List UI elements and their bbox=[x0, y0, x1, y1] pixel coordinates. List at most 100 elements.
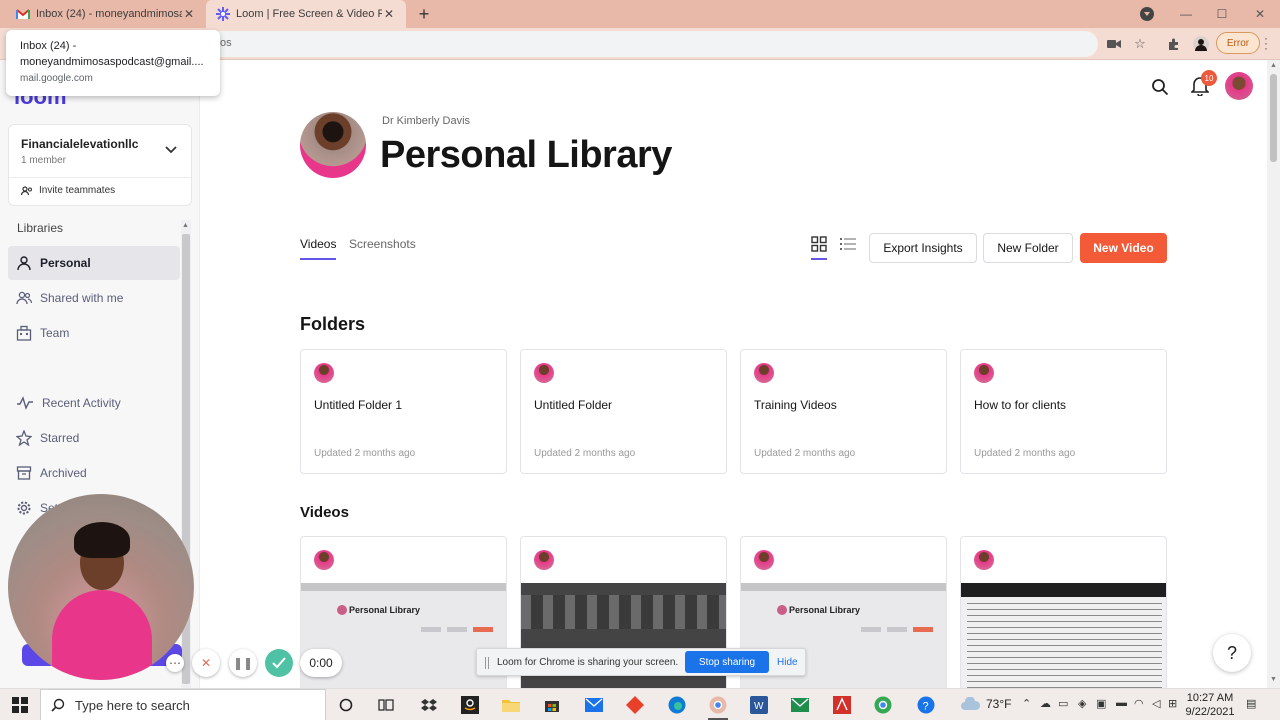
shortcut-app-icon[interactable] bbox=[623, 693, 647, 717]
workspace-switcher[interactable]: Financialelevationllc 1 member Invite te… bbox=[8, 124, 192, 206]
store-icon[interactable] bbox=[540, 693, 564, 717]
maximize-icon[interactable]: ☐ bbox=[1212, 4, 1232, 24]
wifi-icon[interactable]: ◠ bbox=[1134, 697, 1144, 710]
video-thumbnail[interactable]: Personal Library bbox=[301, 583, 506, 693]
language-icon[interactable]: ⊞ bbox=[1168, 697, 1177, 710]
sidebar-item-starred[interactable]: Starred bbox=[8, 421, 180, 455]
video-card[interactable] bbox=[960, 536, 1167, 696]
taskbar-search[interactable]: Type here to search bbox=[40, 689, 326, 720]
address-bar[interactable]: os bbox=[208, 31, 1098, 57]
sidebar-item-label: Recent Activity bbox=[42, 396, 121, 410]
edge-icon[interactable] bbox=[665, 693, 689, 717]
mail-icon[interactable] bbox=[582, 693, 606, 717]
profile-error-button[interactable]: Error bbox=[1216, 32, 1260, 54]
bookmark-star-icon[interactable]: ☆ bbox=[1132, 36, 1148, 52]
search-icon[interactable] bbox=[1151, 78, 1169, 101]
invite-label: Invite teammates bbox=[39, 185, 116, 196]
page-scrollbar[interactable]: ▲ ▼ bbox=[1267, 60, 1280, 688]
thumb-button bbox=[861, 627, 881, 632]
amazon-icon[interactable] bbox=[458, 693, 482, 717]
extensions-icon[interactable] bbox=[1166, 36, 1182, 52]
chrome-profile-icon[interactable] bbox=[871, 693, 895, 717]
tray-overflow-icon[interactable]: ⌃ bbox=[1022, 697, 1031, 710]
stop-sharing-button[interactable]: Stop sharing bbox=[685, 651, 769, 673]
tab-search-icon[interactable] bbox=[1140, 7, 1154, 21]
folder-name: Untitled Folder 1 bbox=[314, 398, 403, 412]
volume-icon[interactable]: ◁ bbox=[1152, 697, 1160, 710]
new-tab-icon[interactable]: + bbox=[414, 4, 434, 24]
cancel-recording-icon[interactable]: ✕ bbox=[192, 649, 220, 677]
thumb-title: Personal Library bbox=[349, 605, 421, 615]
tab-videos[interactable]: Videos bbox=[300, 237, 336, 251]
folder-card[interactable]: Untitled Folder 1 Updated 2 months ago bbox=[300, 349, 507, 474]
folder-updated: Updated 2 months ago bbox=[974, 448, 1076, 459]
sidebar-item-label: Starred bbox=[40, 431, 80, 445]
close-tab-icon[interactable]: ✕ bbox=[182, 7, 196, 21]
notifications-icon[interactable]: ▤ bbox=[1246, 697, 1256, 710]
pause-recording-icon[interactable]: ❚❚ bbox=[229, 649, 257, 677]
scroll-up-icon[interactable]: ▲ bbox=[182, 222, 189, 229]
tab-gmail[interactable]: Inbox (24) - moneyandmimosaspodcast@gmai… bbox=[6, 0, 206, 28]
new-video-button[interactable]: New Video bbox=[1080, 233, 1167, 263]
drag-handle-icon[interactable] bbox=[485, 657, 489, 669]
tab-loom[interactable]: Loom | Free Screen & Video Recording Sof… bbox=[206, 0, 406, 28]
sidebar-item-team[interactable]: Team bbox=[8, 316, 180, 350]
folder-card[interactable]: Training Videos Updated 2 months ago bbox=[740, 349, 947, 474]
chevron-down-icon[interactable] bbox=[165, 143, 177, 157]
video-thumbnail[interactable] bbox=[521, 583, 726, 693]
camera-icon[interactable] bbox=[1106, 36, 1122, 52]
close-tab-icon[interactable]: ✕ bbox=[382, 7, 396, 21]
email-app-icon[interactable] bbox=[788, 693, 812, 717]
acrobat-icon[interactable] bbox=[830, 693, 854, 717]
thumb-button bbox=[913, 627, 933, 632]
chat-icon[interactable]: ▣ bbox=[1096, 697, 1106, 710]
close-window-icon[interactable]: ✕ bbox=[1250, 4, 1270, 24]
new-folder-button[interactable]: New Folder bbox=[983, 233, 1073, 263]
scroll-down-icon[interactable]: ▼ bbox=[1270, 676, 1277, 683]
taskbar-clock[interactable]: 10:27 AM 9/22/2021 bbox=[1182, 691, 1238, 719]
tab-screenshots[interactable]: Screenshots bbox=[349, 237, 416, 251]
page-scroll-thumb[interactable] bbox=[1270, 74, 1277, 162]
gmail-icon bbox=[16, 7, 30, 21]
dropbox-tray-icon[interactable]: ◈ bbox=[1078, 697, 1086, 710]
folder-card[interactable]: How to for clients Updated 2 months ago bbox=[960, 349, 1167, 474]
sidebar-item-archived[interactable]: Archived bbox=[8, 456, 180, 490]
power-icon[interactable]: ▬ bbox=[1116, 697, 1127, 709]
chrome-menu-icon[interactable]: · · · bbox=[1264, 32, 1268, 54]
grid-view-icon[interactable] bbox=[811, 236, 827, 257]
task-view-icon[interactable] bbox=[374, 693, 398, 717]
thumb-browser-bar bbox=[301, 583, 506, 591]
dropbox-icon[interactable] bbox=[417, 693, 441, 717]
profile-avatar-icon[interactable] bbox=[1193, 36, 1209, 52]
user-avatar[interactable] bbox=[1225, 72, 1253, 100]
folder-card[interactable]: Untitled Folder Updated 2 months ago bbox=[520, 349, 727, 474]
folder-name: How to for clients bbox=[974, 398, 1067, 412]
finish-recording-icon[interactable] bbox=[265, 649, 293, 677]
word-icon[interactable]: W bbox=[747, 693, 771, 717]
hide-sharing-link[interactable]: Hide bbox=[777, 657, 798, 668]
video-thumbnail[interactable]: Personal Library bbox=[741, 583, 946, 693]
webcam-bubble[interactable] bbox=[8, 494, 194, 680]
chrome-icon[interactable] bbox=[706, 693, 730, 720]
minimize-icon[interactable]: — bbox=[1176, 4, 1196, 24]
cortana-icon[interactable] bbox=[334, 693, 358, 717]
file-explorer-icon[interactable] bbox=[499, 693, 523, 717]
export-insights-button[interactable]: Export Insights bbox=[869, 233, 977, 263]
thumb-button bbox=[421, 627, 441, 632]
invite-teammates-link[interactable]: Invite teammates bbox=[21, 185, 115, 196]
thumb-banner bbox=[521, 595, 726, 629]
weather-widget[interactable]: 73°F bbox=[960, 697, 1011, 711]
sidebar-item-shared[interactable]: Shared with me bbox=[8, 281, 180, 315]
sidebar-item-recent-activity[interactable]: Recent Activity bbox=[8, 386, 180, 420]
more-options-icon[interactable]: ⋯ bbox=[166, 654, 184, 672]
sidebar-item-personal[interactable]: Personal bbox=[8, 246, 180, 280]
windows-start-icon[interactable] bbox=[12, 697, 28, 713]
cloud-sync-icon[interactable]: ☁ bbox=[1040, 697, 1051, 710]
battery-icon[interactable]: ▭ bbox=[1058, 697, 1068, 710]
list-view-icon[interactable] bbox=[840, 237, 856, 256]
help-button[interactable]: ? bbox=[1213, 634, 1251, 672]
scroll-up-icon[interactable]: ▲ bbox=[1270, 62, 1277, 69]
workspace-members: 1 member bbox=[21, 155, 67, 166]
help-app-icon[interactable]: ? bbox=[914, 693, 938, 717]
video-thumbnail[interactable] bbox=[961, 583, 1166, 693]
